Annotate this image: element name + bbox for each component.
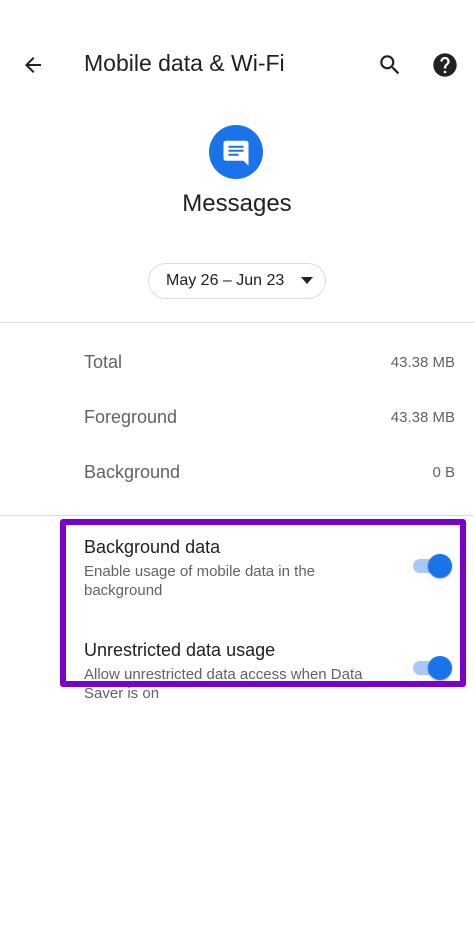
usage-label: Total [84,352,123,372]
app-bar: Mobile data & Wi-Fi [0,0,474,130]
usage-row-background: Background 0 B [0,453,474,493]
usage-label: Background [84,462,181,482]
date-range-selector[interactable]: May 26 – Jun 23 [148,263,326,299]
usage-label: Foreground [84,407,178,427]
messages-app-icon [209,125,263,179]
help-button[interactable] [425,44,465,86]
help-icon [433,53,457,77]
date-range-label: May 26 – Jun 23 [166,272,285,289]
usage-value: 43.38 MB [390,409,455,426]
app-name: Messages [182,190,292,217]
highlight-annotation-box [60,519,466,687]
usage-row-total: Total 43.38 MB [0,343,474,383]
divider [0,322,474,323]
usage-value: 0 B [432,464,455,481]
page-title: Mobile data & Wi-Fi [84,50,285,76]
back-button[interactable] [12,42,54,88]
search-button[interactable] [370,44,410,86]
search-icon [380,55,400,75]
arrow-back-icon [25,57,41,73]
divider [0,515,474,516]
chat-bubble-icon [223,140,249,166]
dropdown-arrow-icon [301,277,313,284]
usage-value: 43.38 MB [390,354,455,371]
usage-row-foreground: Foreground 43.38 MB [0,398,474,438]
